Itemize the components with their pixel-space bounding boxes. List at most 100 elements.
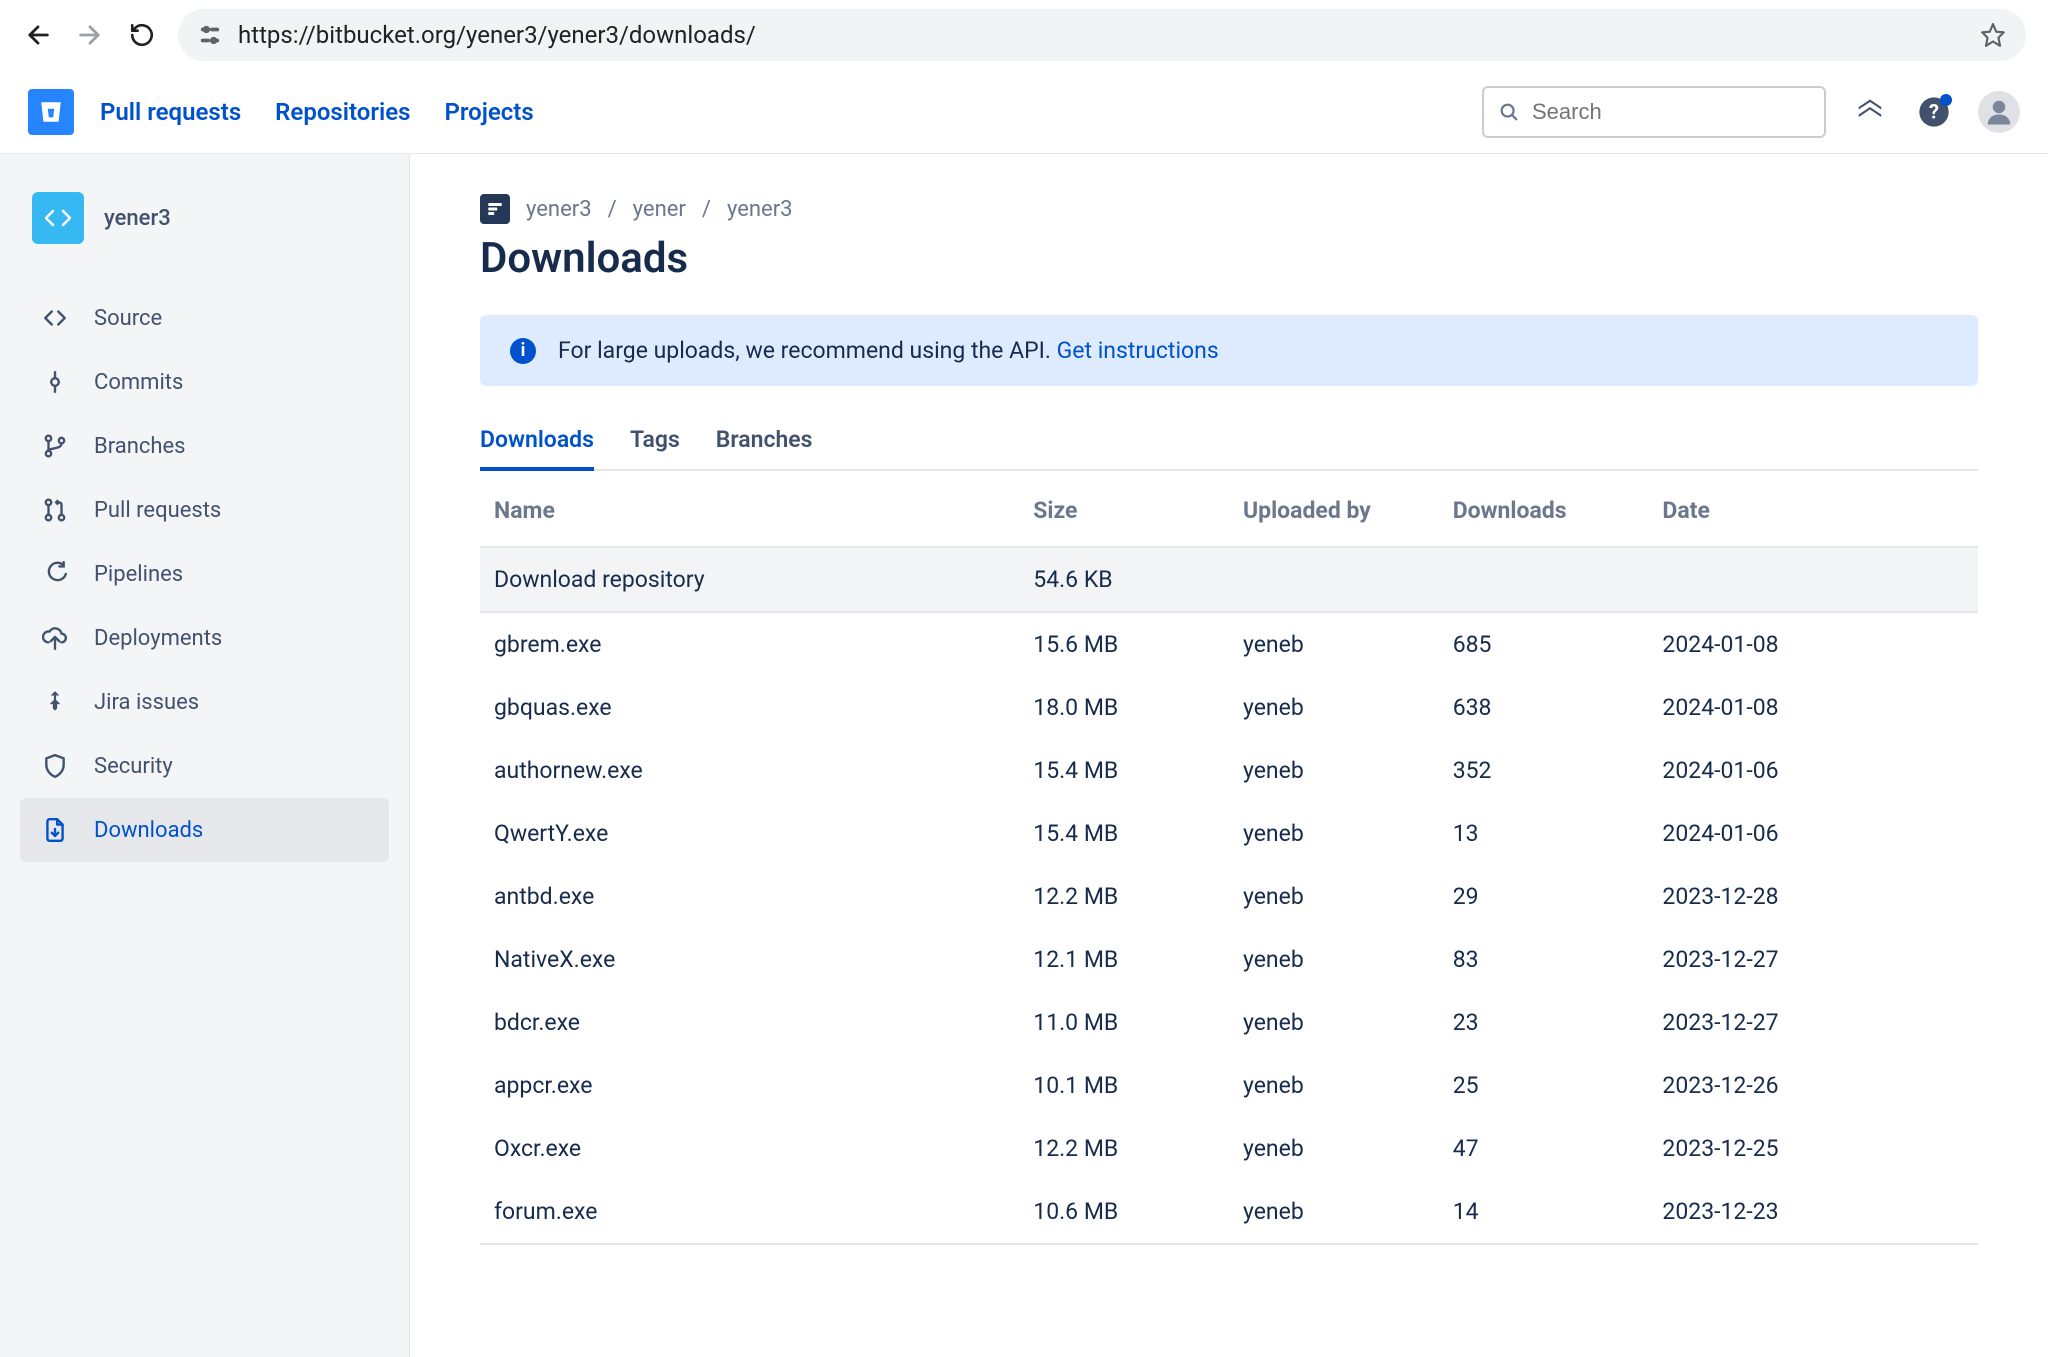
th-downloads: Downloads (1439, 475, 1649, 547)
table-row[interactable]: gbrem.exe15.6 MByeneb6852024-01-08 (480, 612, 1978, 676)
pipelines-icon (40, 559, 70, 589)
cell-size: 11.0 MB (1019, 991, 1229, 1054)
cell-date: 2023-12-23 (1648, 1180, 1978, 1244)
cell-date: 2024-01-08 (1648, 676, 1978, 739)
cell-uploaded-by: yeneb (1229, 928, 1439, 991)
cell-uploaded-by: yeneb (1229, 739, 1439, 802)
table-row[interactable]: antbd.exe12.2 MByeneb292023-12-28 (480, 865, 1978, 928)
site-settings-icon[interactable] (198, 23, 222, 47)
sidebar-item-downloads[interactable]: Downloads (20, 798, 389, 862)
cell-date: 2023-12-28 (1648, 865, 1978, 928)
deployments-icon (40, 623, 70, 653)
cell-size: 54.6 KB (1019, 547, 1229, 612)
user-avatar[interactable] (1978, 91, 2020, 133)
nav-repositories[interactable]: Repositories (275, 98, 410, 126)
sidebar-item-label: Pull requests (94, 498, 221, 523)
cell-uploaded-by: yeneb (1229, 802, 1439, 865)
pull-request-icon (40, 495, 70, 525)
cell-date: 2023-12-27 (1648, 928, 1978, 991)
search-box[interactable] (1482, 86, 1826, 138)
nav-pull-requests[interactable]: Pull requests (100, 98, 241, 126)
sidebar-item-label: Branches (94, 434, 186, 459)
url-text: https://bitbucket.org/yener3/yener3/down… (238, 21, 756, 49)
table-row[interactable]: NativeX.exe12.1 MByeneb832023-12-27 (480, 928, 1978, 991)
tab-branches[interactable]: Branches (716, 416, 813, 471)
breadcrumb-item-2[interactable]: yener3 (727, 197, 793, 222)
tab-downloads[interactable]: Downloads (480, 416, 594, 471)
table-row[interactable]: appcr.exe10.1 MByeneb252023-12-26 (480, 1054, 1978, 1117)
jira-icon (40, 687, 70, 717)
cell-date: 2023-12-25 (1648, 1117, 1978, 1180)
tab-tags[interactable]: Tags (630, 416, 680, 471)
table-row[interactable]: gbquas.exe18.0 MByeneb6382024-01-08 (480, 676, 1978, 739)
help-icon[interactable]: ? (1914, 92, 1954, 132)
cell-name: bdcr.exe (480, 991, 1019, 1054)
sidebar-item-commits[interactable]: Commits (20, 350, 389, 414)
sidebar-item-label: Commits (94, 370, 183, 395)
table-row[interactable]: Oxcr.exe12.2 MByeneb472023-12-25 (480, 1117, 1978, 1180)
sidebar-item-pipelines[interactable]: Pipelines (20, 542, 389, 606)
sidebar-item-label: Jira issues (94, 690, 199, 715)
cell-name: Download repository (480, 547, 1019, 612)
back-button[interactable] (22, 19, 54, 51)
cell-name: antbd.exe (480, 865, 1019, 928)
repo-header[interactable]: yener3 (32, 192, 377, 244)
cell-uploaded-by: yeneb (1229, 991, 1439, 1054)
cell-size: 18.0 MB (1019, 676, 1229, 739)
cell-date: 2023-12-27 (1648, 991, 1978, 1054)
cell-size: 10.1 MB (1019, 1054, 1229, 1117)
sidebar-item-jira-issues[interactable]: Jira issues (20, 670, 389, 734)
table-row[interactable]: forum.exe10.6 MByeneb142023-12-23 (480, 1180, 1978, 1244)
table-row[interactable]: bdcr.exe11.0 MByeneb232023-12-27 (480, 991, 1978, 1054)
sidebar-item-pull-requests[interactable]: Pull requests (20, 478, 389, 542)
breadcrumb-item-0[interactable]: yener3 (526, 197, 592, 222)
table-row[interactable]: authornew.exe15.4 MByeneb3522024-01-06 (480, 739, 1978, 802)
banner-link[interactable]: Get instructions (1057, 337, 1219, 364)
browser-toolbar: https://bitbucket.org/yener3/yener3/down… (0, 0, 2048, 70)
cell-uploaded-by: yeneb (1229, 612, 1439, 676)
sidebar-item-security[interactable]: Security (20, 734, 389, 798)
bitbucket-logo[interactable] (28, 89, 74, 135)
repo-avatar (32, 192, 84, 244)
th-date: Date (1648, 475, 1978, 547)
cell-name: gbrem.exe (480, 612, 1019, 676)
sidebar-item-label: Downloads (94, 818, 203, 843)
sidebar-item-deployments[interactable]: Deployments (20, 606, 389, 670)
download-repo-row[interactable]: Download repository 54.6 KB (480, 547, 1978, 612)
cell-name: authornew.exe (480, 739, 1019, 802)
sidebar-item-branches[interactable]: Branches (20, 414, 389, 478)
sidebar-item-label: Pipelines (94, 562, 183, 587)
top-nav: Pull requests Repositories Projects (100, 98, 534, 126)
cell-uploaded-by: yeneb (1229, 676, 1439, 739)
cell-downloads: 685 (1439, 612, 1649, 676)
code-icon (40, 303, 70, 333)
reload-button[interactable] (126, 19, 158, 51)
nav-projects[interactable]: Projects (444, 98, 533, 126)
cell-name: QwertY.exe (480, 802, 1019, 865)
security-icon (40, 751, 70, 781)
bookmark-star-icon[interactable] (1980, 22, 2006, 48)
notifications-icon[interactable] (1850, 92, 1890, 132)
breadcrumb-item-1[interactable]: yener (633, 197, 686, 222)
table-row[interactable]: QwertY.exe15.4 MByeneb132024-01-06 (480, 802, 1978, 865)
cell-name: appcr.exe (480, 1054, 1019, 1117)
sidebar-item-source[interactable]: Source (20, 286, 389, 350)
th-name: Name (480, 475, 1019, 547)
cell-downloads: 83 (1439, 928, 1649, 991)
cell-name: NativeX.exe (480, 928, 1019, 991)
forward-button[interactable] (74, 19, 106, 51)
cell-size: 15.4 MB (1019, 802, 1229, 865)
svg-text:?: ? (1929, 99, 1939, 123)
info-icon: i (510, 338, 536, 364)
cell-size: 12.2 MB (1019, 1117, 1229, 1180)
cell-uploaded-by: yeneb (1229, 1180, 1439, 1244)
cell-name: forum.exe (480, 1180, 1019, 1244)
cell-size: 15.6 MB (1019, 612, 1229, 676)
sidebar: yener3 Source Commits Branches Pull request… (0, 154, 410, 1357)
search-input[interactable] (1532, 99, 1820, 125)
cell-size: 12.2 MB (1019, 865, 1229, 928)
commit-icon (40, 367, 70, 397)
url-bar[interactable]: https://bitbucket.org/yener3/yener3/down… (178, 9, 2026, 61)
cell-date: 2024-01-08 (1648, 612, 1978, 676)
sidebar-item-label: Source (94, 306, 162, 331)
